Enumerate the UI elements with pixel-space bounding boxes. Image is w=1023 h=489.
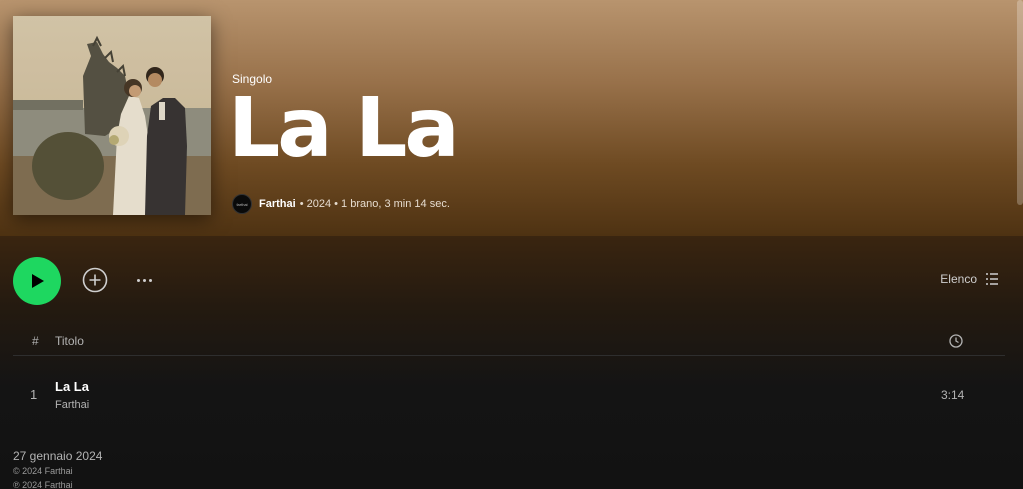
copyright-p: ℗ 2024 Farthai [13,480,73,489]
album-stats: • 2024 • 1 brano, 3 min 14 sec. [299,198,450,210]
album-byline: farthai Farthai • 2024 • 1 brano, 3 min … [232,194,450,214]
tracklist-header: # Titolo [13,330,1005,356]
view-mode-toggle[interactable]: Elenco [940,272,999,286]
artist-link[interactable]: Farthai [259,198,296,210]
header-title: Titolo [55,334,84,348]
track-row[interactable]: 1 La La Farthai 3:14 [13,370,1005,418]
list-icon [986,273,998,285]
album-page: Singolo La La farthai Farthai • 2024 • 1… [0,0,1023,489]
plus-circle-icon [82,267,108,293]
clock-icon [949,334,963,348]
add-to-library-button[interactable] [82,267,108,293]
play-button[interactable] [13,257,61,305]
release-date: 27 gennaio 2024 [13,449,103,463]
header-number: # [32,334,39,348]
more-horizontal-icon [136,278,140,282]
cover-art [13,16,211,215]
play-icon [32,274,44,288]
album-header: Singolo La La farthai Farthai • 2024 • 1… [0,0,1023,236]
track-duration: 3:14 [941,388,965,402]
scrollbar-thumb[interactable] [1017,0,1023,205]
track-title[interactable]: La La [55,379,89,394]
more-options-button[interactable] [130,270,158,290]
header-duration [949,334,963,351]
release-info: 27 gennaio 2024 © 2024 Farthai ℗ 2024 Fa… [13,449,102,489]
view-mode-label: Elenco [940,272,977,286]
track-number: 1 [30,387,38,402]
copyright-c: © 2024 Farthai [13,466,73,476]
track-artist[interactable]: Farthai [55,399,89,411]
album-title: La La [228,81,460,176]
artist-avatar[interactable]: farthai [232,194,252,214]
album-cover[interactable] [13,16,211,215]
